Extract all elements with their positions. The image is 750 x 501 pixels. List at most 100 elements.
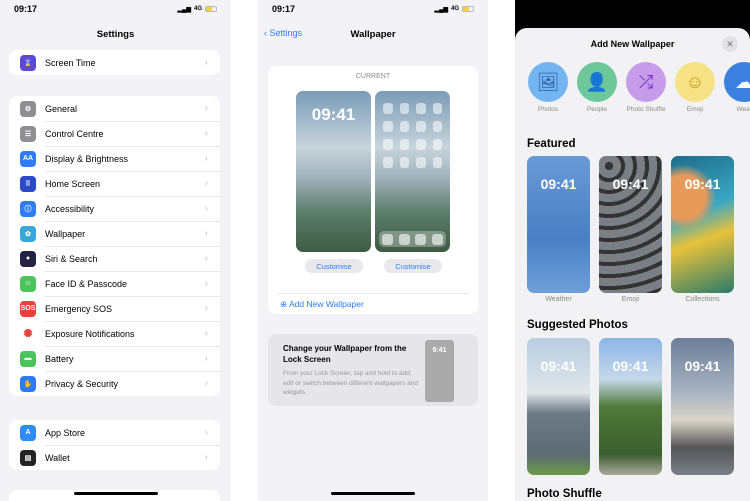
info-body: From your Lock Screen, tap and hold to a… bbox=[283, 370, 419, 396]
settings-row-screen-time[interactable]: ⌛ Screen Time › bbox=[9, 50, 220, 75]
chevron-right-icon: › bbox=[204, 427, 208, 438]
close-icon: ✕ bbox=[726, 39, 734, 49]
person-icon: 👤 bbox=[585, 71, 609, 92]
chevron-right-icon: › bbox=[204, 103, 208, 114]
wallpaper-time: 09:41 bbox=[612, 176, 649, 192]
row-label: Privacy & Security bbox=[45, 378, 119, 389]
wallpaper-type-photos[interactable]: 🖼 bbox=[528, 62, 568, 102]
chevron-right-icon: › bbox=[204, 278, 208, 289]
row-label: Control Centre bbox=[45, 128, 104, 139]
settings-row-face-id-passcode[interactable]: ☺ Face ID & Passcode › bbox=[9, 271, 220, 296]
settings-row-control-centre[interactable]: ☰ Control Centre › bbox=[9, 121, 220, 146]
customise-lock-button[interactable]: Customise bbox=[305, 259, 363, 273]
chevron-right-icon: › bbox=[204, 203, 208, 214]
siri-icon: ● bbox=[20, 250, 36, 267]
settings-row-siri-search[interactable]: ● Siri & Search › bbox=[9, 246, 220, 271]
row-label: Emergency SOS bbox=[45, 303, 113, 314]
add-new-wallpaper-link[interactable]: ⊕ Add New Wallpaper bbox=[280, 299, 364, 310]
signal-icon: ▂▄▆ bbox=[177, 6, 191, 13]
wallpaper-label: Collections bbox=[685, 296, 720, 303]
battery-icon bbox=[205, 6, 217, 12]
settings-row-app-store[interactable]: A App Store › bbox=[9, 420, 220, 445]
wallpaper-type-weat[interactable]: ☁ bbox=[724, 62, 750, 102]
accessibility-icon: ⓘ bbox=[20, 200, 36, 217]
chevron-right-icon: › bbox=[204, 153, 208, 164]
flower-icon: ✿ bbox=[20, 225, 36, 242]
settings-row-wallet[interactable]: ▤ Wallet › bbox=[9, 445, 220, 470]
row-label: Screen Time bbox=[45, 57, 96, 68]
add-new-label: Add New Wallpaper bbox=[289, 299, 364, 309]
row-label: Siri & Search bbox=[45, 253, 98, 264]
status-bar: 09:17 ▂▄▆ 4G bbox=[14, 4, 217, 14]
featured-wallpaper[interactable]: 09:41 bbox=[599, 156, 662, 293]
featured-wallpaper[interactable]: 09:41 bbox=[527, 156, 590, 293]
row-label: App Store bbox=[45, 427, 86, 438]
featured-wallpaper[interactable]: 09:41 bbox=[671, 156, 734, 293]
row-label: Battery bbox=[45, 353, 74, 364]
type-label: Photo Shuffle bbox=[626, 106, 666, 113]
wallpaper-time: 09:41 bbox=[612, 358, 649, 374]
page-title: Wallpaper bbox=[350, 29, 396, 40]
settings-row-exposure-notifications[interactable]: ✺ Exposure Notifications › bbox=[9, 321, 220, 346]
settings-row-accessibility[interactable]: ⓘ Accessibility › bbox=[9, 196, 220, 221]
toggles-icon: ☰ bbox=[20, 125, 36, 142]
wallpaper-time: 09:41 bbox=[684, 358, 721, 374]
chevron-right-icon: › bbox=[204, 303, 208, 314]
settings-group: ⚙ General › ☰ Control Centre › AA Display & Bri… bbox=[9, 96, 220, 396]
settings-row-privacy-security[interactable]: ✋ Privacy & Security › bbox=[9, 371, 220, 396]
gear-icon: ⚙ bbox=[20, 100, 36, 117]
settings-row-wallpaper[interactable]: ✿ Wallpaper › bbox=[9, 221, 220, 246]
suggested-photo[interactable]: 09:41 bbox=[599, 338, 662, 475]
settings-row-display-brightness[interactable]: AA Display & Brightness › bbox=[9, 146, 220, 171]
network-label: 4G bbox=[193, 6, 202, 12]
sheet-title: Add New Wallpaper bbox=[590, 39, 675, 49]
featured-heading: Featured bbox=[527, 138, 576, 150]
signal-icon: ▂▄▆ bbox=[434, 6, 448, 13]
current-label: CURRENT bbox=[355, 73, 391, 80]
row-label: Exposure Notifications bbox=[45, 328, 135, 339]
wallpaper-type-emoji[interactable]: ☺ bbox=[675, 62, 715, 102]
wallpaper-label: Weather bbox=[545, 296, 572, 303]
chevron-right-icon: › bbox=[204, 452, 208, 463]
row-label: Face ID & Passcode bbox=[45, 278, 128, 289]
chevron-right-icon: › bbox=[204, 228, 208, 239]
suggested-photo[interactable]: 09:41 bbox=[527, 338, 590, 475]
chevron-right-icon: › bbox=[204, 253, 208, 264]
wallpaper-type-people[interactable]: 👤 bbox=[577, 62, 617, 102]
settings-row-home-screen[interactable]: ⠿ Home Screen › bbox=[9, 171, 220, 196]
add-wallpaper-sheet: Add New Wallpaper ✕ 🖼 Photos 👤 People ⤮ Photo… bbox=[515, 0, 750, 501]
plus-circle-icon: ⊕ bbox=[280, 299, 290, 309]
home-screen-preview[interactable] bbox=[375, 91, 450, 252]
chevron-right-icon: › bbox=[204, 353, 208, 364]
info-title: Change your Wallpaper from the Lock Scre… bbox=[283, 344, 407, 364]
close-button[interactable]: ✕ bbox=[722, 36, 738, 52]
photos-icon: 🖼 bbox=[536, 71, 560, 92]
wallpaper-label: Emoji bbox=[621, 296, 640, 303]
customise-home-button[interactable]: Customise bbox=[384, 259, 442, 273]
suggested-photo[interactable]: 09:41 bbox=[671, 338, 734, 475]
text-size-icon: AA bbox=[20, 150, 36, 167]
type-label: Photos bbox=[537, 106, 559, 113]
settings-row-battery[interactable]: ▬ Battery › bbox=[9, 346, 220, 371]
status-bar: 09:17 ▂▄▆ 4G bbox=[272, 4, 474, 14]
chevron-right-icon: › bbox=[204, 57, 208, 68]
page-title: Settings bbox=[96, 29, 135, 40]
home-indicator bbox=[73, 492, 158, 495]
wallpaper-time: 09:41 bbox=[684, 176, 721, 192]
clock: 09:17 bbox=[14, 4, 38, 14]
settings-row-general[interactable]: ⚙ General › bbox=[9, 96, 220, 121]
battery-icon bbox=[462, 6, 474, 12]
lock-screen-preview[interactable]: 09:41 bbox=[296, 91, 371, 252]
app-grid-icon: ⠿ bbox=[20, 175, 36, 192]
type-label: Emoji bbox=[686, 106, 704, 113]
wallpaper-screen: 09:17 ▂▄▆ 4G ‹ Settings Wallpaper CURRENT … bbox=[258, 0, 488, 501]
lock-time: 09:41 bbox=[311, 105, 356, 124]
wallpaper-type-photo-shuffle[interactable]: ⤮ bbox=[626, 62, 666, 102]
row-label: Wallet bbox=[45, 452, 70, 463]
info-preview: 9:41 bbox=[425, 340, 454, 402]
settings-row-emergency-sos[interactable]: SOS Emergency SOS › bbox=[9, 296, 220, 321]
chevron-right-icon: › bbox=[204, 178, 208, 189]
sos-icon: SOS bbox=[20, 300, 36, 317]
home-indicator bbox=[331, 492, 415, 495]
settings-group: A App Store › ▤ Wallet › bbox=[9, 420, 220, 470]
